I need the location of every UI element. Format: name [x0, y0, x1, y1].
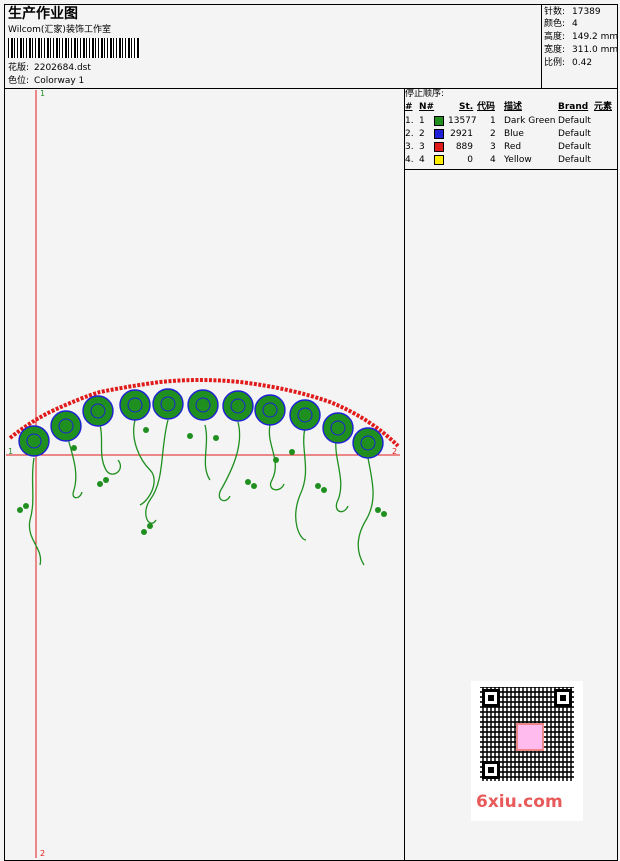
rose-8	[254, 394, 286, 426]
rose-6	[187, 389, 219, 421]
qr-finder-top-left	[482, 689, 500, 707]
rose-5	[152, 388, 184, 420]
green-vines	[28, 419, 374, 566]
rose-4	[119, 389, 151, 421]
rose-3	[82, 395, 114, 427]
rose-2	[50, 410, 82, 442]
rose-1	[18, 425, 50, 457]
rose-11	[352, 427, 384, 459]
qr-finder-bottom-left	[482, 761, 500, 779]
qr-code	[480, 687, 574, 781]
green-leaves	[17, 427, 387, 535]
qr-logo-stamp	[516, 723, 544, 751]
rose-10	[322, 412, 354, 444]
rose-9	[289, 399, 321, 431]
watermark-site: 6xiu.com	[476, 792, 563, 812]
rose-7	[222, 390, 254, 422]
production-sheet: 生产作业图 Wilcom(汇家)装饰工作室 花版: 2202684.dst 色位…	[0, 0, 620, 861]
qr-finder-top-right	[554, 689, 572, 707]
